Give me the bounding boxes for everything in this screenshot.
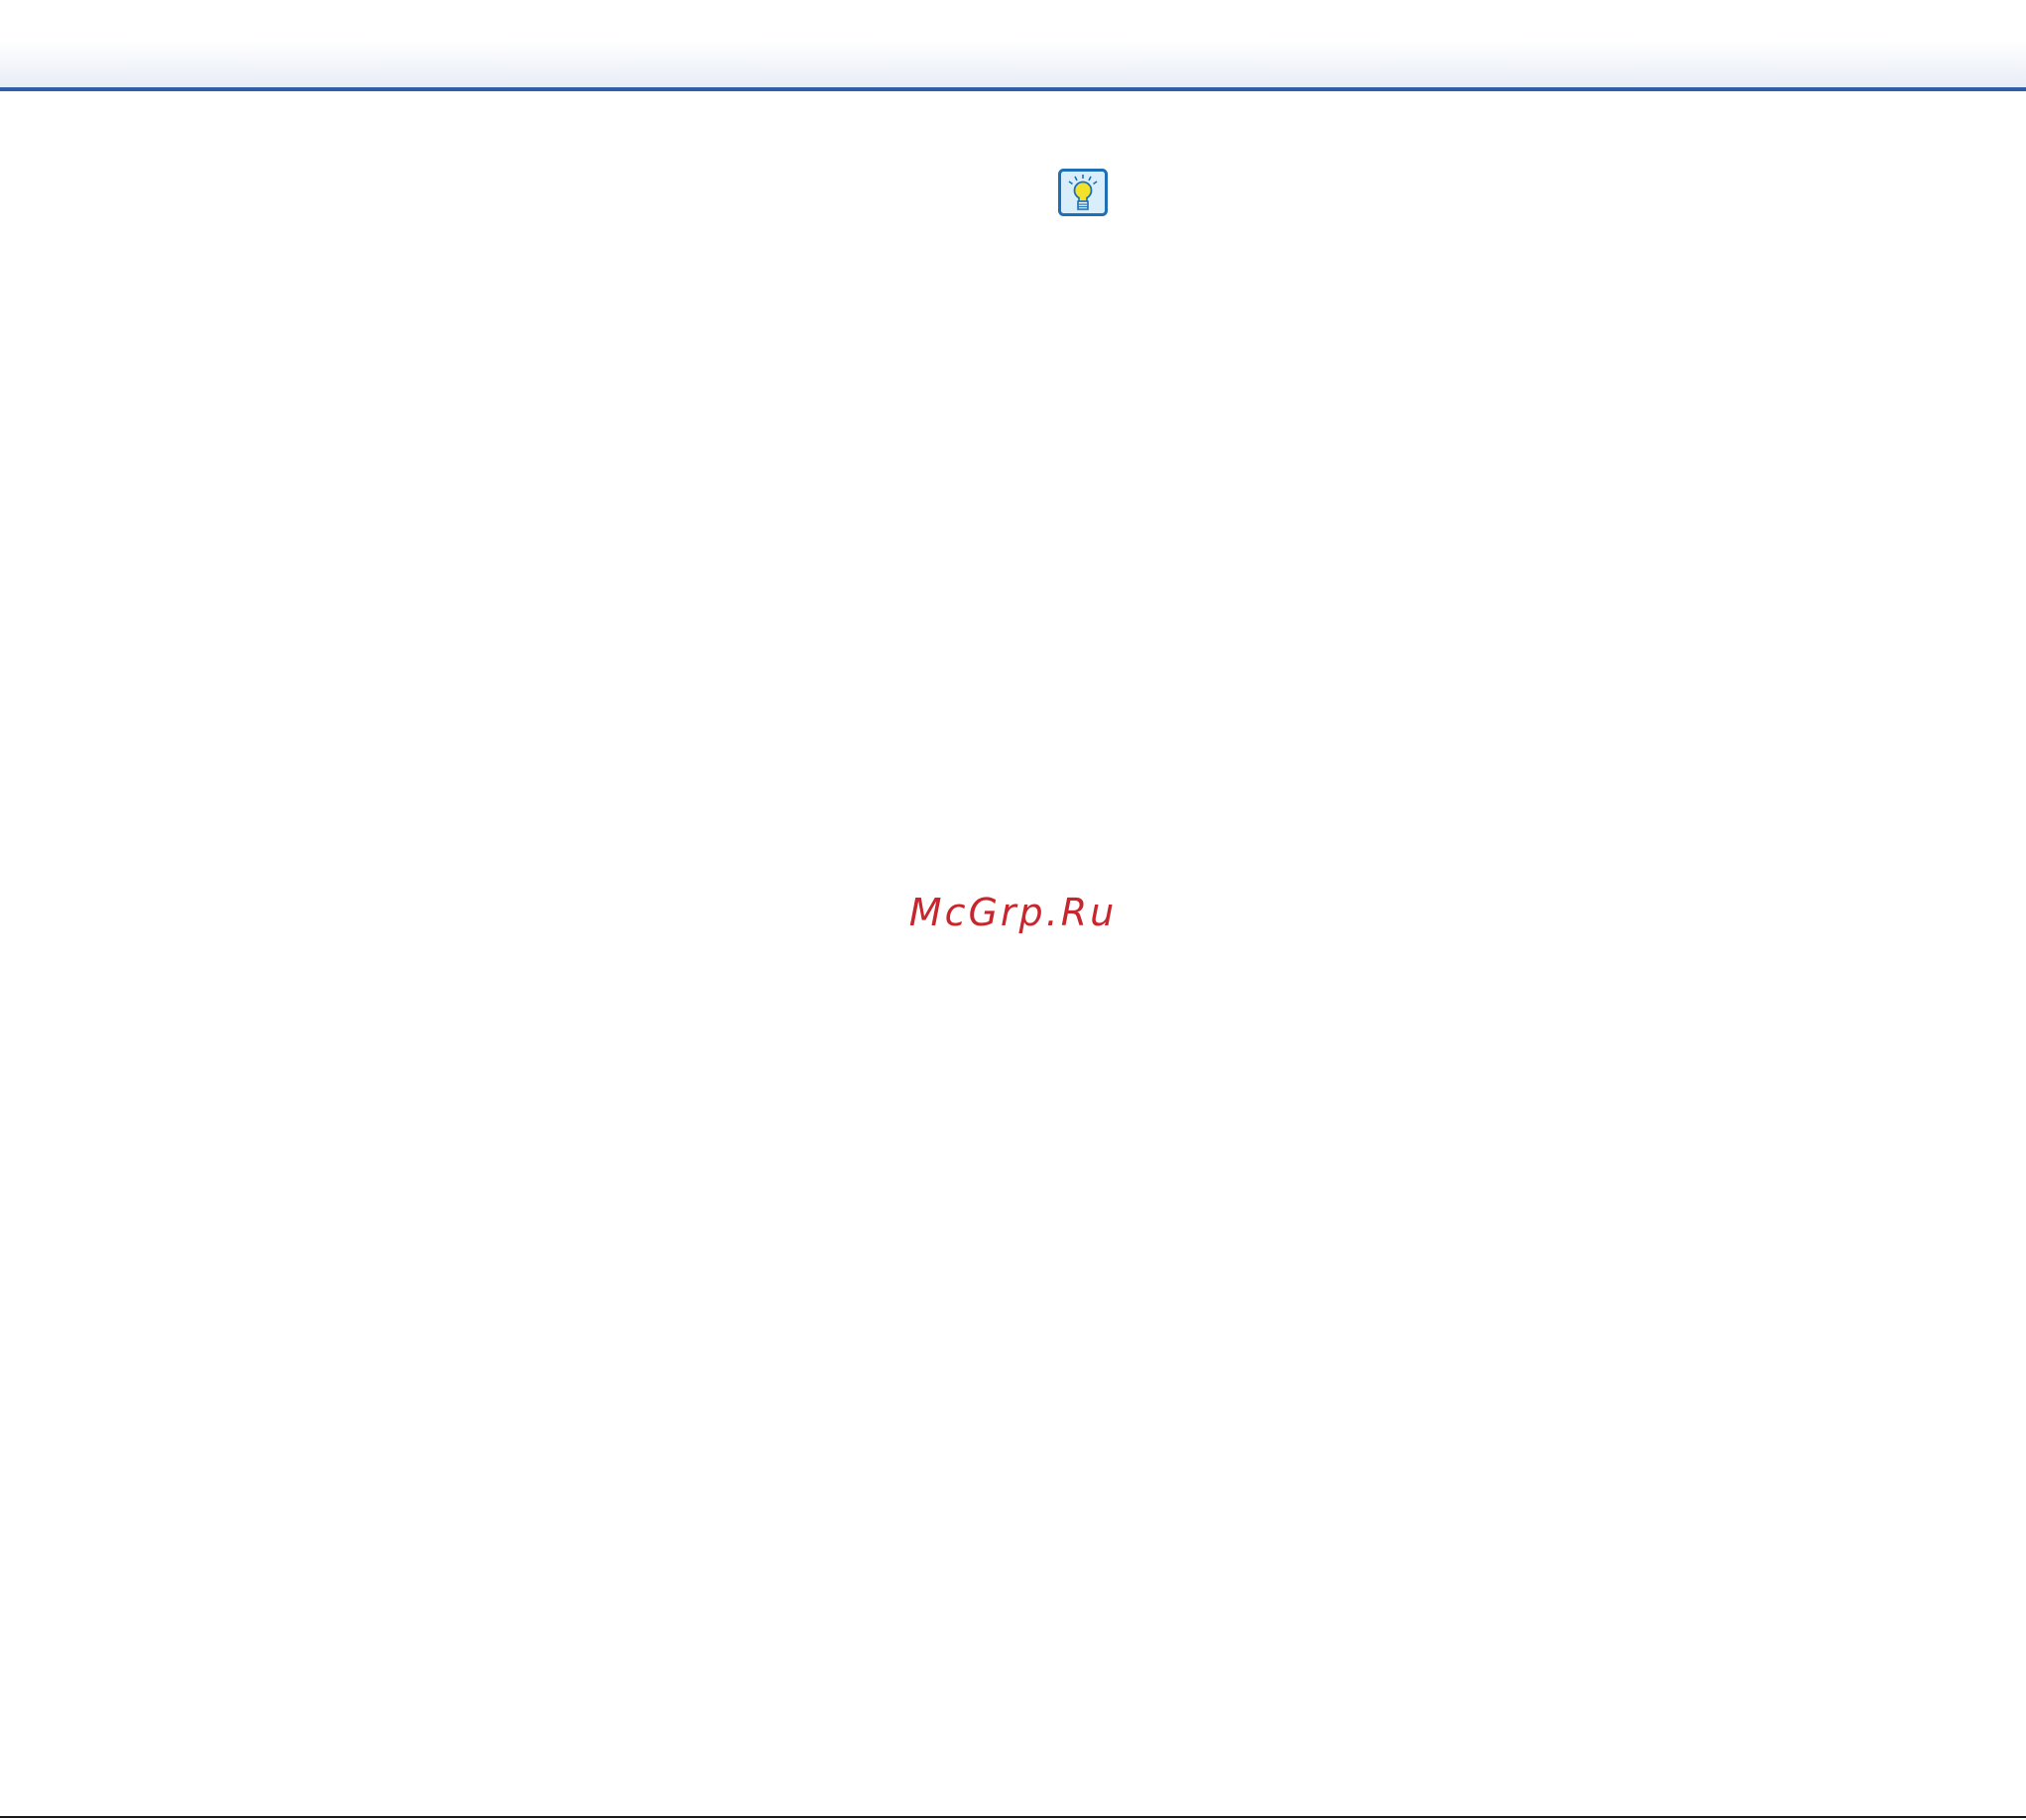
page-header-rule xyxy=(0,87,2026,91)
lightbulb-icon xyxy=(1058,169,1108,216)
watermark-text: McGrp.Ru xyxy=(908,891,1118,934)
page-footer-rule xyxy=(0,1816,2026,1818)
page-header-band xyxy=(0,0,2026,91)
